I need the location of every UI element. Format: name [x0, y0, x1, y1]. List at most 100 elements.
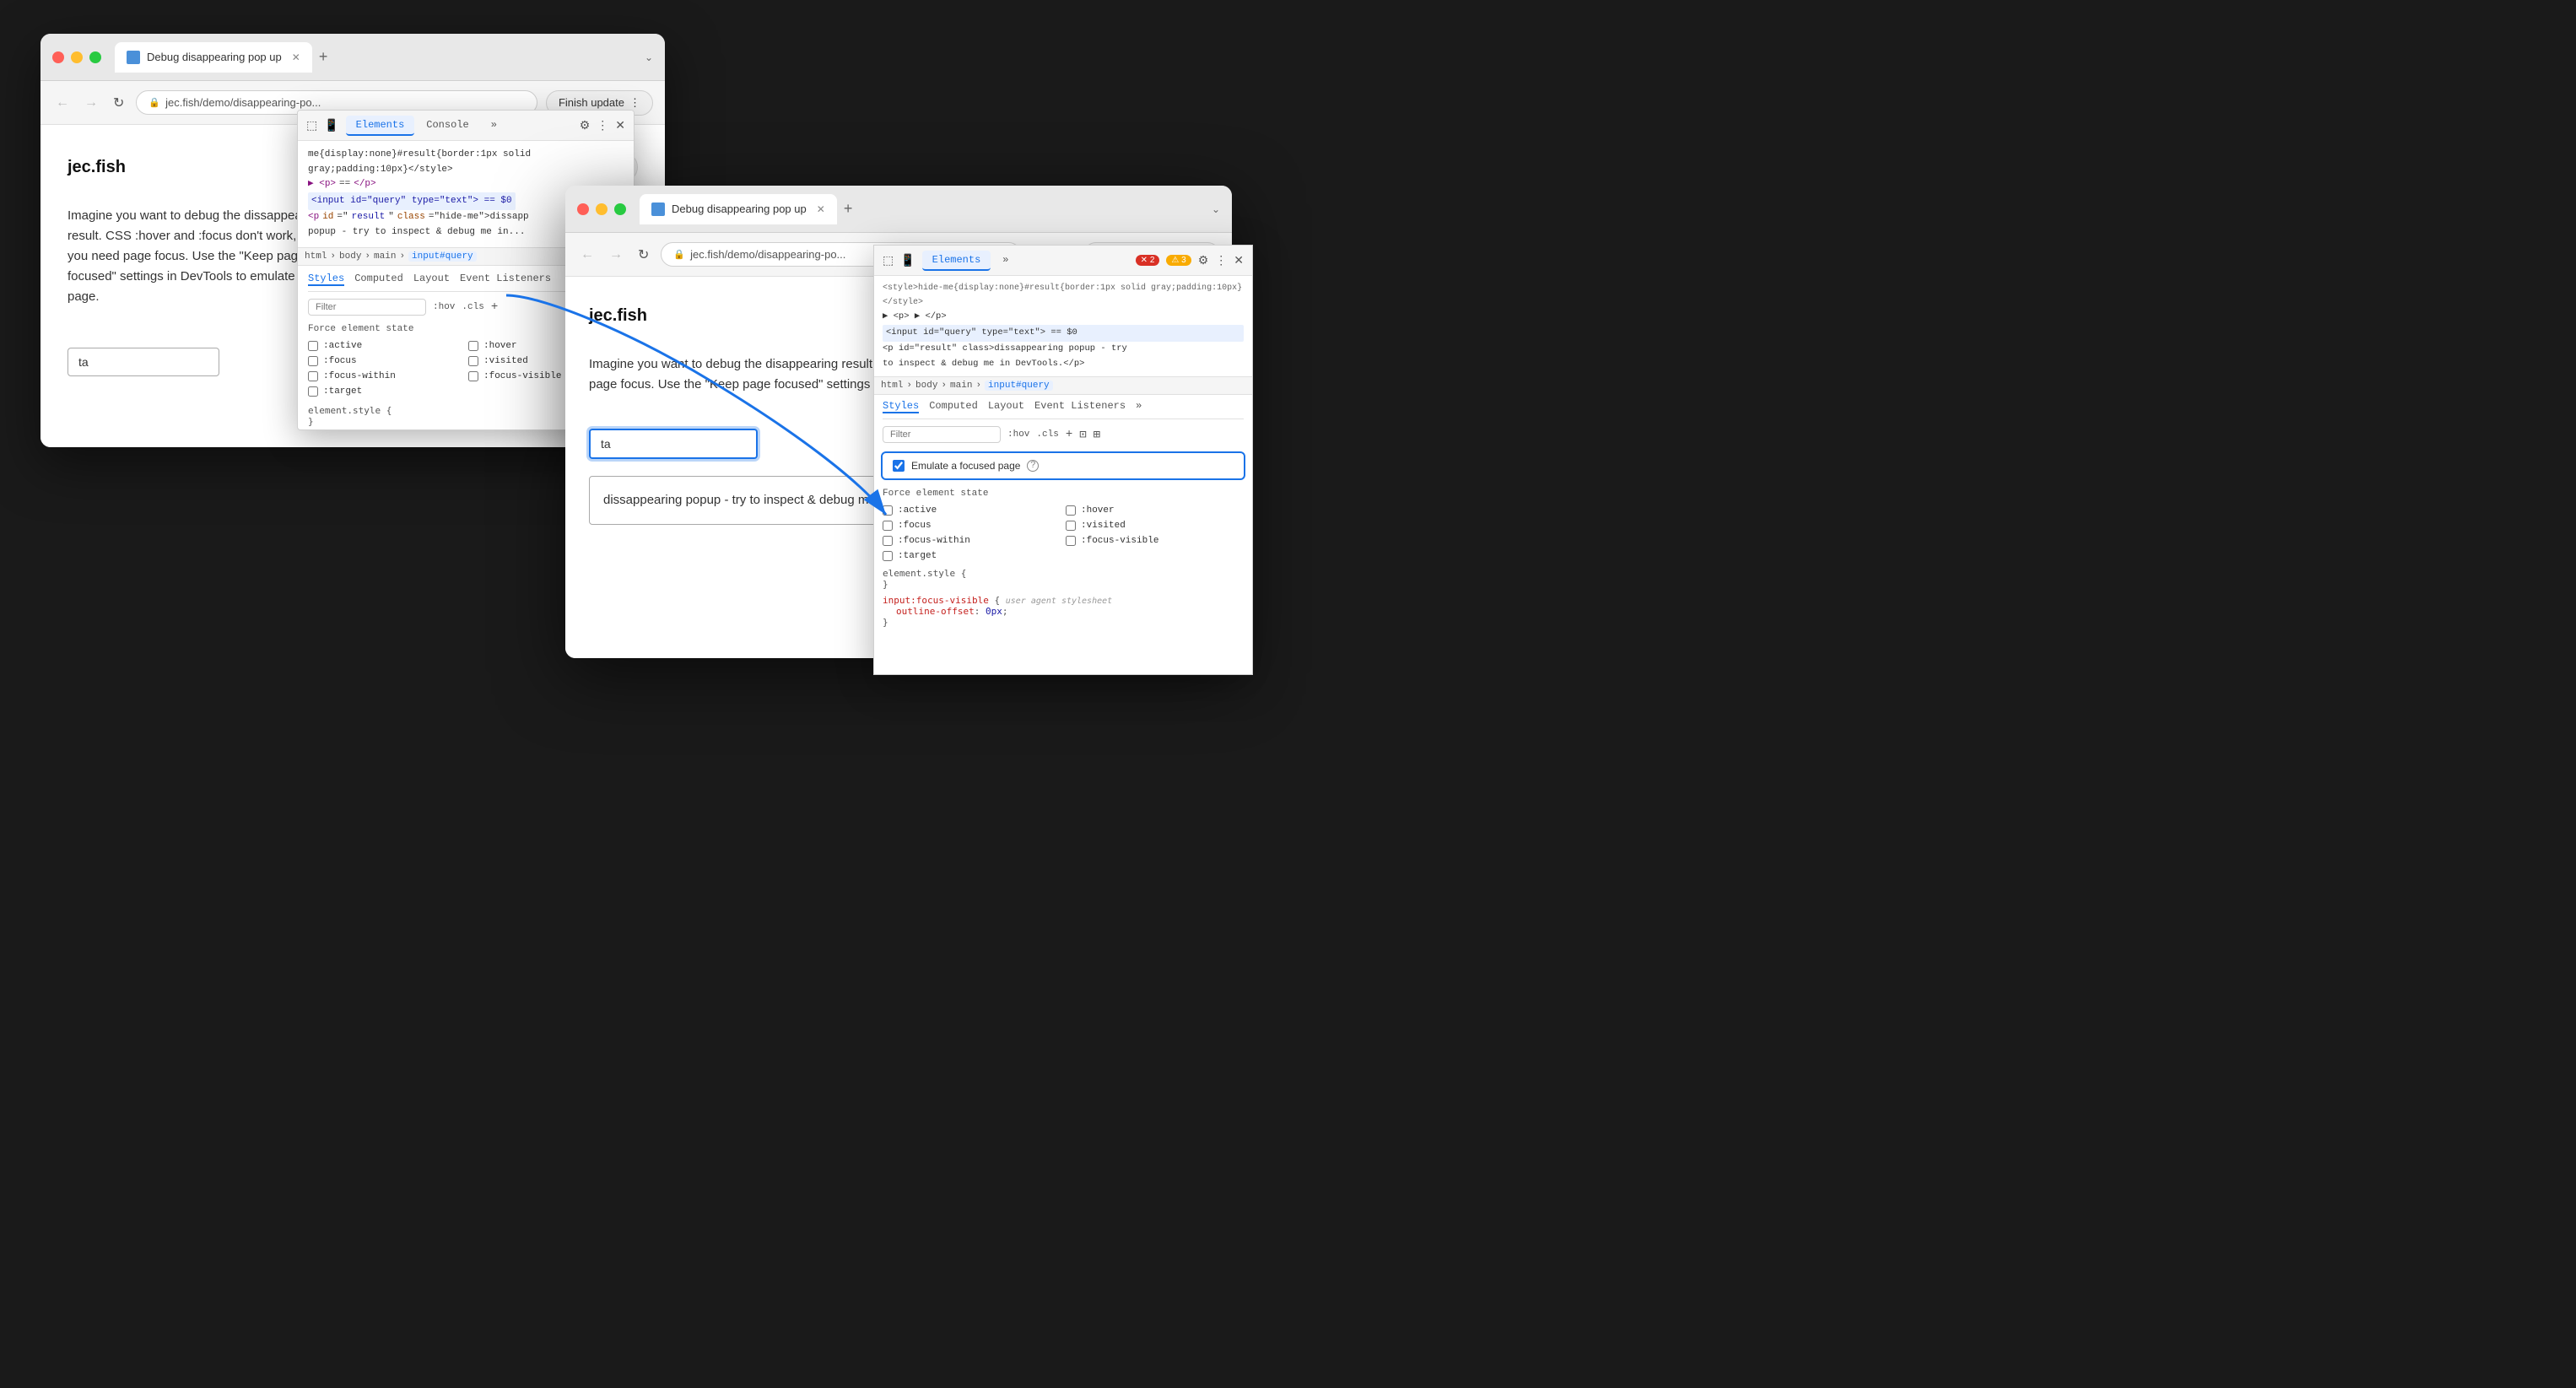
focus-within-checkbox-2[interactable]: :focus-within — [883, 536, 1061, 546]
hover-checkbox-2[interactable]: :hover — [1066, 505, 1244, 516]
toggle-layout-btn[interactable]: ⊡ — [1079, 428, 1086, 442]
tab-dropdown-btn-1[interactable]: ⌄ — [645, 51, 653, 63]
code-line-2: gray;padding:10px}</style> — [308, 163, 624, 178]
new-tab-btn-1[interactable]: + — [319, 48, 328, 66]
computed-tab-1[interactable]: Computed — [354, 273, 403, 286]
styles-tab-active-2[interactable]: Styles — [883, 400, 919, 413]
visited-checkbox-2[interactable]: :visited — [1066, 521, 1244, 531]
settings-icon-1[interactable]: ⚙ — [580, 118, 591, 132]
more-tabs-2[interactable]: » — [992, 251, 1018, 271]
target-checkbox-2[interactable]: :target — [883, 551, 1061, 561]
breadcrumb-html-2[interactable]: html — [881, 381, 903, 391]
cls-btn-1[interactable]: .cls — [462, 302, 483, 312]
target-checkbox-1[interactable]: :target — [308, 386, 463, 397]
traffic-lights-2 — [577, 203, 626, 215]
devtools-topbar-2: ⬚ 📱 Elements » ✕ 2 ⚠ 3 ⚙ ⋮ ✕ — [874, 246, 1252, 276]
hov-btn-1[interactable]: :hov — [433, 302, 455, 312]
site-title-1: jec.fish — [68, 158, 126, 177]
emulate-focused-row[interactable]: Emulate a focused page ? — [881, 451, 1245, 480]
element-style-2: element.style { } input:focus-visible { … — [883, 568, 1244, 628]
titlebar-1: Debug disappearing pop up ✕ + ⌄ — [41, 34, 665, 81]
code2-selected[interactable]: <input id="query" type="text"> == $0 — [883, 325, 1244, 342]
refresh-btn-2[interactable]: ↻ — [635, 243, 652, 267]
more-icon-devtools-2[interactable]: ⋮ — [1215, 253, 1227, 267]
breadcrumb-main-1[interactable]: main — [374, 251, 396, 262]
elements-tab-1[interactable]: Elements — [346, 116, 415, 136]
query-input-2[interactable] — [589, 429, 758, 459]
tab-title-1: Debug disappearing pop up — [147, 51, 282, 63]
active-tab-2[interactable]: Debug disappearing pop up ✕ — [640, 194, 837, 224]
styles-tabs-area-2: Styles Computed Layout Event Listeners »… — [874, 395, 1252, 443]
add-style-btn-2[interactable]: + — [1066, 428, 1072, 441]
focus-visible-checkbox-2[interactable]: :focus-visible — [1066, 536, 1244, 546]
inspect-icon-1[interactable]: ⬚ — [306, 118, 317, 132]
close-icon-devtools-1[interactable]: ✕ — [615, 118, 625, 132]
back-btn-1[interactable]: ← — [52, 92, 73, 114]
settings-icon-2[interactable]: ⚙ — [1198, 253, 1209, 267]
console-tab-1[interactable]: Console — [416, 116, 478, 136]
site-title-2: jec.fish — [589, 306, 647, 326]
hov-btn-2[interactable]: :hov — [1007, 429, 1029, 440]
tab-close-2[interactable]: ✕ — [817, 203, 825, 215]
address-text-1: jec.fish/demo/disappearing-po... — [165, 96, 321, 109]
code-line-1: me{display:none}#result{border:1px solid — [308, 148, 624, 163]
event-listeners-tab-2[interactable]: Event Listeners — [1034, 400, 1126, 413]
force-state-label-2: Force element state — [883, 489, 1244, 499]
back-btn-2[interactable]: ← — [577, 244, 597, 266]
more-tabs-1[interactable]: » — [481, 116, 507, 136]
refresh-btn-1[interactable]: ↻ — [110, 91, 127, 115]
elements-tab-2[interactable]: Elements — [922, 251, 991, 271]
device-icon-2[interactable]: 📱 — [900, 253, 915, 267]
breadcrumb-input-2[interactable]: input#query — [985, 381, 1053, 391]
active-checkbox-2[interactable]: :active — [883, 505, 1061, 516]
computed-sidebar-btn[interactable]: ⊞ — [1094, 428, 1100, 442]
new-tab-btn-2[interactable]: + — [844, 200, 853, 218]
tab-favicon-1 — [127, 51, 140, 64]
tab-title-2: Debug disappearing pop up — [672, 203, 807, 215]
emulate-info-icon[interactable]: ? — [1027, 460, 1039, 472]
tab-close-1[interactable]: ✕ — [292, 51, 300, 63]
breadcrumb-html-1[interactable]: html — [305, 251, 327, 262]
forward-btn-2[interactable]: → — [606, 244, 626, 266]
maximize-traffic-light[interactable] — [89, 51, 101, 63]
lock-icon-1: 🔒 — [149, 97, 160, 108]
close-icon-devtools-2[interactable]: ✕ — [1234, 253, 1244, 267]
focus-checkbox-2[interactable]: :focus — [883, 521, 1061, 531]
active-checkbox-1[interactable]: :active — [308, 341, 463, 351]
computed-tab-2[interactable]: Computed — [929, 400, 978, 413]
code2-line-4: <p id="result" class>dissappearing popup… — [883, 342, 1244, 357]
add-style-btn-1[interactable]: + — [491, 300, 498, 314]
tab-dropdown-btn-2[interactable]: ⌄ — [1212, 203, 1220, 215]
titlebar-2: Debug disappearing pop up ✕ + ⌄ — [565, 186, 1232, 233]
code-area-2: <style>hide-me{display:none}#result{bord… — [874, 276, 1252, 376]
more-icon-devtools-1[interactable]: ⋮ — [597, 118, 608, 132]
tab-bar-2: Debug disappearing pop up ✕ + ⌄ — [640, 194, 1220, 224]
event-listeners-tab-1[interactable]: Event Listeners — [460, 273, 551, 286]
devtools-tabs-2: Elements » — [922, 251, 1129, 271]
layout-tab-1[interactable]: Layout — [413, 273, 450, 286]
maximize-traffic-light-2[interactable] — [614, 203, 626, 215]
close-traffic-light-2[interactable] — [577, 203, 589, 215]
breadcrumb-body-2[interactable]: body — [915, 381, 937, 391]
devtools-tabs-1: Elements Console » — [346, 116, 573, 136]
minimize-traffic-light-2[interactable] — [596, 203, 608, 215]
focus-within-checkbox-1[interactable]: :focus-within — [308, 371, 463, 381]
breadcrumb-body-1[interactable]: body — [339, 251, 361, 262]
cls-btn-2[interactable]: .cls — [1036, 429, 1058, 440]
forward-btn-1[interactable]: → — [81, 92, 101, 114]
styles-tab-active-1[interactable]: Styles — [308, 273, 344, 286]
close-traffic-light[interactable] — [52, 51, 64, 63]
active-tab-1[interactable]: Debug disappearing pop up ✕ — [115, 42, 312, 73]
inspect-icon-2[interactable]: ⬚ — [883, 253, 894, 267]
filter-input-2[interactable] — [883, 426, 1001, 443]
device-icon-1[interactable]: 📱 — [324, 118, 338, 132]
more-styles-tabs[interactable]: » — [1136, 400, 1142, 413]
emulate-focused-checkbox[interactable] — [893, 460, 905, 472]
query-input-1[interactable] — [68, 348, 219, 376]
breadcrumb-input-1[interactable]: input#query — [408, 251, 477, 262]
minimize-traffic-light[interactable] — [71, 51, 83, 63]
breadcrumb-main-2[interactable]: main — [950, 381, 972, 391]
filter-input-1[interactable] — [308, 299, 426, 316]
focus-checkbox-1[interactable]: :focus — [308, 356, 463, 366]
layout-tab-2[interactable]: Layout — [988, 400, 1024, 413]
